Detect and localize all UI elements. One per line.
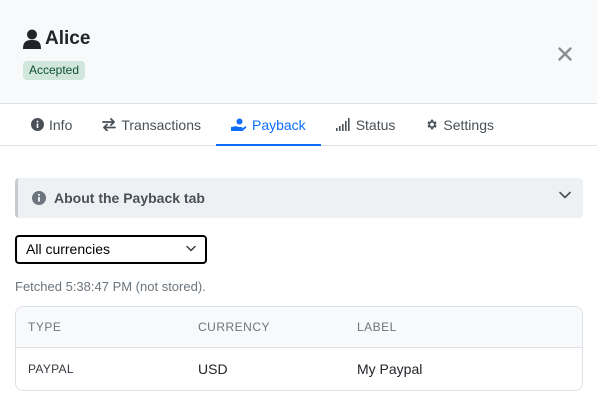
user-icon [23,29,41,49]
close-button[interactable] [553,42,577,66]
about-payback-accordion[interactable]: About the Payback tab [15,178,583,218]
hand-holding-coin-icon [230,118,247,132]
arrows-exchange-icon [102,118,117,131]
chevron-down-icon [186,245,196,252]
gear-icon [425,118,438,131]
fetched-status-text: Fetched 5:38:47 PM (not stored). [15,279,206,294]
tab-label: Payback [251,116,306,133]
close-icon [558,47,572,61]
cell-currency: USD [198,361,228,377]
accordion-title: About the Payback tab [54,190,205,206]
status-badge: Accepted [23,61,86,80]
chevron-down-icon [559,191,571,199]
tab-info[interactable]: Info [16,104,87,145]
table-header: TYPE CURRENCY LABEL [16,307,582,348]
info-circle-icon [32,191,46,205]
column-header-type: TYPE [28,320,62,334]
user-name: Alice [45,28,91,49]
cell-label: My Paypal [357,361,423,377]
tab-label: Settings [443,116,494,133]
tab-label: Info [49,116,73,133]
currency-select[interactable]: All currencies [15,235,207,264]
info-circle-icon [31,118,44,131]
modal-header: Alice Accepted [0,0,597,104]
tab-payback[interactable]: Payback [215,104,321,146]
tab-settings[interactable]: Settings [410,104,509,145]
column-header-label: LABEL [357,320,397,334]
table-row[interactable]: PAYPAL USD My Paypal [16,348,582,390]
payback-table: TYPE CURRENCY LABEL PAYPAL USD My Paypal [15,306,583,391]
tab-status[interactable]: Status [321,104,411,145]
currency-select-value: All currencies [26,241,111,257]
cell-type: PAYPAL [28,362,74,376]
user-title-row: Alice [23,27,90,51]
tab-transactions[interactable]: Transactions [87,104,216,145]
tab-label: Status [355,116,396,133]
signal-bars-icon [335,118,351,131]
column-header-currency: CURRENCY [198,320,271,334]
tab-label: Transactions [121,116,201,133]
tab-bar: Info Transactions Payback Status Setting… [0,104,597,146]
